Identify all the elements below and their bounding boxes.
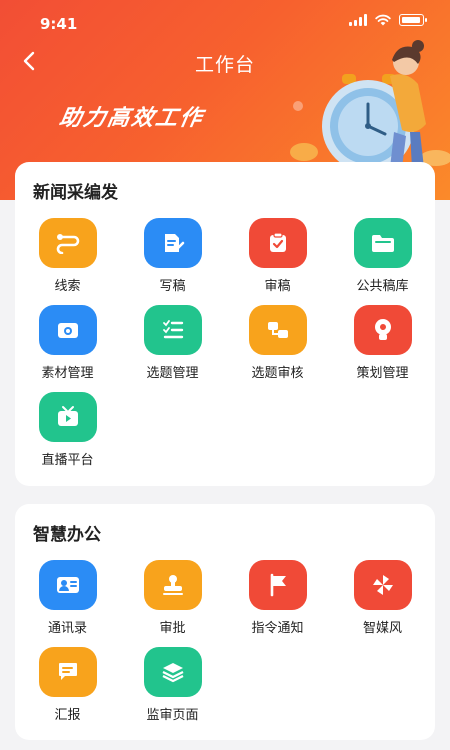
live-platform-button[interactable]: 直播平台 [15, 392, 120, 479]
report-icon [38, 647, 97, 697]
public-library-button[interactable]: 公共稿库 [330, 218, 435, 305]
stamp-icon [143, 560, 202, 610]
item-label: 审稿 [264, 279, 291, 294]
section-grid: 通讯录 审批 指令通知 智媒风 汇报 监审页面 [15, 560, 435, 734]
review-button[interactable]: 审稿 [225, 218, 330, 305]
item-label: 策划管理 [356, 366, 409, 381]
topic-manage-button[interactable]: 选题管理 [120, 305, 225, 392]
topic-review-button[interactable]: 选题审核 [225, 305, 330, 392]
status-time: 9:41 [40, 15, 78, 33]
bulb-icon [353, 305, 412, 355]
approval-button[interactable]: 审批 [120, 560, 225, 647]
item-label: 选题审核 [251, 366, 304, 381]
layers-icon [143, 647, 202, 697]
wifi-icon [375, 14, 391, 26]
contacts-button[interactable]: 通讯录 [15, 560, 120, 647]
item-label: 公共稿库 [356, 279, 409, 294]
clue-button[interactable]: 线索 [15, 218, 120, 305]
item-label: 线索 [54, 279, 81, 294]
status-icons [349, 14, 427, 26]
item-label: 通讯录 [47, 621, 87, 636]
item-label: 汇报 [54, 708, 81, 723]
item-label: 直播平台 [41, 453, 94, 468]
pinwheel-icon [353, 560, 412, 610]
smart-media-button[interactable]: 智媒风 [330, 560, 435, 647]
item-label: 选题管理 [146, 366, 199, 381]
report-button[interactable]: 汇报 [15, 647, 120, 734]
item-label: 监审页面 [146, 708, 199, 723]
material-manage-button[interactable]: 素材管理 [15, 305, 120, 392]
item-label: 审批 [159, 621, 186, 636]
clue-icon [38, 218, 97, 268]
item-label: 素材管理 [41, 366, 94, 381]
supervision-page-button[interactable]: 监审页面 [120, 647, 225, 734]
topic-review-icon [248, 305, 307, 355]
item-label: 写稿 [159, 279, 186, 294]
battery-icon [399, 14, 427, 26]
section-title: 智慧办公 [33, 525, 101, 545]
clock-person-illustration [290, 40, 450, 170]
flag-icon [248, 560, 307, 610]
item-label: 指令通知 [251, 621, 304, 636]
status-bar: 9:41 [0, 0, 450, 44]
command-notice-button[interactable]: 指令通知 [225, 560, 330, 647]
write-button[interactable]: 写稿 [120, 218, 225, 305]
section-news: 新闻采编发 线索 写稿 审稿 公共稿库 素材管理 选题管理 选题审核 策划管理 … [15, 162, 435, 486]
section-title: 新闻采编发 [33, 183, 118, 203]
planning-manage-button[interactable]: 策划管理 [330, 305, 435, 392]
section-smart-office: 智慧办公 通讯录 审批 指令通知 智媒风 汇报 监审页面 [15, 504, 435, 740]
tv-icon [38, 392, 97, 442]
review-icon [248, 218, 307, 268]
section-grid: 线索 写稿 审稿 公共稿库 素材管理 选题管理 选题审核 策划管理 直播平台 [15, 218, 435, 479]
write-icon [143, 218, 202, 268]
material-icon [38, 305, 97, 355]
contacts-icon [38, 560, 97, 610]
folder-icon [353, 218, 412, 268]
list-icon [143, 305, 202, 355]
item-label: 智媒风 [362, 621, 402, 636]
signal-icon [349, 14, 367, 26]
hero-slogan: 助力高效工作 [57, 106, 206, 131]
